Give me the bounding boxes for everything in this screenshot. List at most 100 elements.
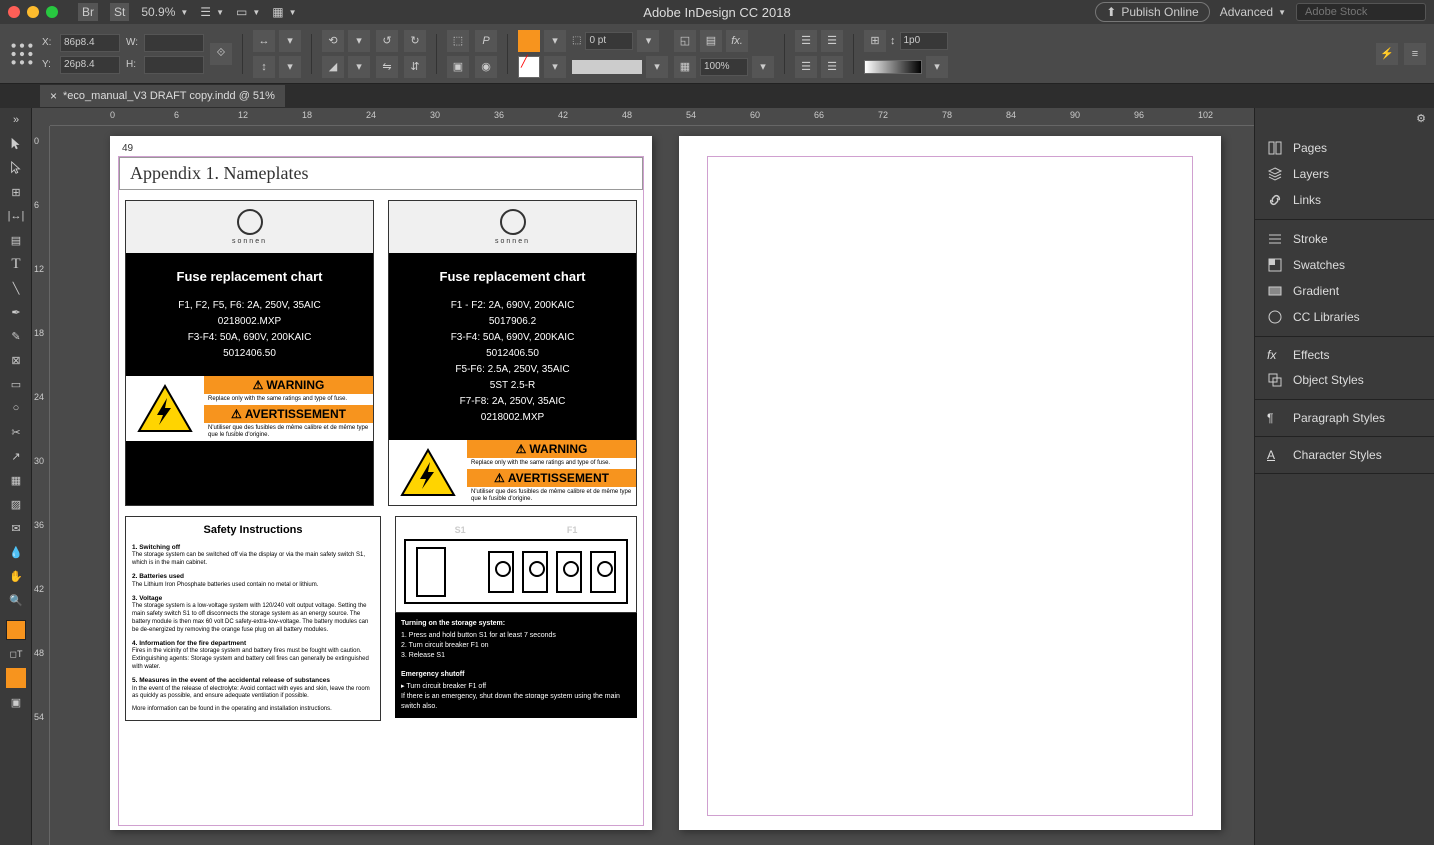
fill-swatch[interactable] bbox=[518, 30, 540, 52]
align-bottom-icon[interactable]: ☰ bbox=[821, 56, 843, 78]
note-tool[interactable]: ✉ bbox=[0, 516, 32, 540]
object-styles-panel[interactable]: Object Styles bbox=[1255, 367, 1434, 393]
document-tab[interactable]: × *eco_manual_V3 DRAFT copy.indd @ 51% bbox=[40, 85, 285, 107]
canvas-area[interactable]: 06121824303642485460667278849096102 0612… bbox=[32, 108, 1254, 845]
zoom-tool[interactable]: 🔍 bbox=[0, 588, 32, 612]
width-input[interactable] bbox=[144, 34, 204, 52]
ellipse-tool[interactable]: ○ bbox=[0, 396, 32, 420]
effects-icon[interactable]: fx. bbox=[726, 30, 748, 52]
links-panel[interactable]: Links bbox=[1255, 187, 1434, 213]
gradient-swatch[interactable] bbox=[864, 60, 922, 74]
direct-selection-tool[interactable] bbox=[0, 156, 32, 180]
fill-dropdown[interactable]: ▾ bbox=[544, 30, 566, 52]
constrain-icon[interactable]: ⟐ bbox=[210, 43, 232, 65]
line-tool[interactable]: ╲ bbox=[0, 276, 32, 300]
content-collector-tool[interactable]: ▤ bbox=[0, 228, 32, 252]
free-transform-tool[interactable]: ↗ bbox=[0, 444, 32, 468]
stroke-color-dropdown[interactable]: ▾ bbox=[544, 56, 566, 78]
paragraph-styles-panel[interactable]: ¶Paragraph Styles bbox=[1255, 406, 1434, 430]
type-tool[interactable]: T bbox=[0, 252, 32, 276]
page-spread-left[interactable]: 49 Appendix 1. Nameplates sonnen Fuse re… bbox=[110, 136, 652, 830]
scale-x-icon[interactable]: ↔ bbox=[253, 30, 275, 52]
y-position-input[interactable] bbox=[60, 56, 120, 74]
gradient-panel[interactable]: Gradient bbox=[1255, 278, 1434, 304]
rotate-ccw-icon[interactable]: ↺ bbox=[376, 30, 398, 52]
gap-tool[interactable]: |↔| bbox=[0, 204, 32, 228]
rectangle-tool[interactable]: ▭ bbox=[0, 372, 32, 396]
horizontal-ruler[interactable]: 06121824303642485460667278849096102 bbox=[50, 108, 1254, 126]
gradient-feather-tool[interactable]: ▨ bbox=[0, 492, 32, 516]
stroke-style-dropdown[interactable]: ▾ bbox=[646, 56, 668, 78]
align-top-icon[interactable]: ☰ bbox=[795, 56, 817, 78]
flip-h-icon[interactable]: ⇋ bbox=[376, 56, 398, 78]
hand-tool[interactable]: ✋ bbox=[0, 564, 32, 588]
reference-point-icon[interactable] bbox=[8, 40, 36, 68]
shear-icon[interactable]: ◢ bbox=[322, 56, 344, 78]
flip-v-icon[interactable]: ⇵ bbox=[404, 56, 426, 78]
opacity-input[interactable] bbox=[700, 58, 748, 76]
zoom-level[interactable]: 50.9%▼ bbox=[141, 5, 188, 19]
workspace-switcher[interactable]: Advanced▼ bbox=[1220, 5, 1286, 19]
pencil-tool[interactable]: ✎ bbox=[0, 324, 32, 348]
scale-dropdown[interactable]: ▾ bbox=[279, 30, 301, 52]
height-input[interactable] bbox=[144, 56, 204, 74]
zoom-window[interactable] bbox=[46, 6, 58, 18]
grid-icon[interactable]: ⊞ bbox=[864, 30, 886, 52]
reference-input[interactable] bbox=[900, 32, 948, 50]
default-colors-icon[interactable]: ◻T bbox=[0, 642, 32, 666]
text-wrap-icon[interactable]: ▤ bbox=[700, 30, 722, 52]
control-menu-icon[interactable]: ≡ bbox=[1404, 43, 1426, 65]
adobe-stock-search[interactable] bbox=[1296, 3, 1426, 21]
expand-tools-icon[interactable]: » bbox=[0, 108, 32, 132]
shear-dropdown[interactable]: ▾ bbox=[348, 56, 370, 78]
view-mode-icon[interactable]: ▣ bbox=[0, 690, 32, 714]
eyedropper-tool[interactable]: 💧 bbox=[0, 540, 32, 564]
vertical-ruler[interactable]: 061218243036424854 bbox=[32, 126, 50, 845]
fill-color-swatch[interactable] bbox=[6, 620, 26, 640]
container-select-icon[interactable]: ⬚ bbox=[447, 30, 469, 52]
align-center-icon[interactable]: ☰ bbox=[821, 30, 843, 52]
layers-panel[interactable]: Layers bbox=[1255, 161, 1434, 187]
pages-panel[interactable]: Pages bbox=[1255, 135, 1434, 161]
gradient-swatch-tool[interactable]: ▦ bbox=[0, 468, 32, 492]
view-options-1[interactable]: ☰▼ bbox=[200, 5, 224, 19]
panel-settings-icon[interactable]: ⚙ bbox=[1416, 113, 1426, 125]
opacity-icon[interactable]: ▦ bbox=[674, 56, 696, 78]
align-left-icon[interactable]: ☰ bbox=[795, 30, 817, 52]
publish-online-button[interactable]: ⬆ Publish Online bbox=[1095, 2, 1209, 22]
stroke-panel[interactable]: Stroke bbox=[1255, 226, 1434, 252]
quick-apply-icon[interactable]: ⚡ bbox=[1376, 43, 1398, 65]
page-spread-right[interactable] bbox=[679, 136, 1221, 830]
close-tab-icon[interactable]: × bbox=[50, 89, 57, 103]
character-styles-panel[interactable]: ACharacter Styles bbox=[1255, 443, 1434, 467]
gradient-dropdown[interactable]: ▾ bbox=[926, 56, 948, 78]
view-options-2[interactable]: ▭▼ bbox=[236, 5, 260, 19]
parent-select-icon[interactable]: P bbox=[475, 30, 497, 52]
swatches-panel[interactable]: Swatches bbox=[1255, 252, 1434, 278]
scale-y-icon[interactable]: ↕ bbox=[253, 56, 275, 78]
cc-libraries-panel[interactable]: CC Libraries bbox=[1255, 304, 1434, 330]
selection-tool[interactable] bbox=[0, 132, 32, 156]
page-tool[interactable]: ⊞ bbox=[0, 180, 32, 204]
stroke-style[interactable] bbox=[572, 60, 642, 74]
x-position-input[interactable] bbox=[60, 34, 120, 52]
opacity-dropdown[interactable]: ▾ bbox=[752, 56, 774, 78]
stroke-swatch[interactable]: ╱ bbox=[518, 56, 540, 78]
stroke-weight-dropdown[interactable]: ▾ bbox=[637, 30, 659, 52]
rotate-dropdown[interactable]: ▾ bbox=[348, 30, 370, 52]
stock-button[interactable]: St bbox=[110, 3, 129, 21]
minimize-window[interactable] bbox=[27, 6, 39, 18]
rotate-cw-icon[interactable]: ↻ bbox=[404, 30, 426, 52]
stroke-weight-input[interactable] bbox=[585, 32, 633, 50]
child-select-icon[interactable]: ◉ bbox=[475, 56, 497, 78]
apply-color-swatch[interactable] bbox=[6, 668, 26, 688]
scissors-tool[interactable]: ✂ bbox=[0, 420, 32, 444]
bridge-button[interactable]: Br bbox=[78, 3, 98, 21]
rotate-icon[interactable]: ⟲ bbox=[322, 30, 344, 52]
scale-dropdown-2[interactable]: ▾ bbox=[279, 56, 301, 78]
arrange-button[interactable]: ▦▼ bbox=[272, 5, 296, 19]
effects-panel[interactable]: fxEffects bbox=[1255, 343, 1434, 367]
content-select-icon[interactable]: ▣ bbox=[447, 56, 469, 78]
close-window[interactable] bbox=[8, 6, 20, 18]
corner-icon[interactable]: ◱ bbox=[674, 30, 696, 52]
